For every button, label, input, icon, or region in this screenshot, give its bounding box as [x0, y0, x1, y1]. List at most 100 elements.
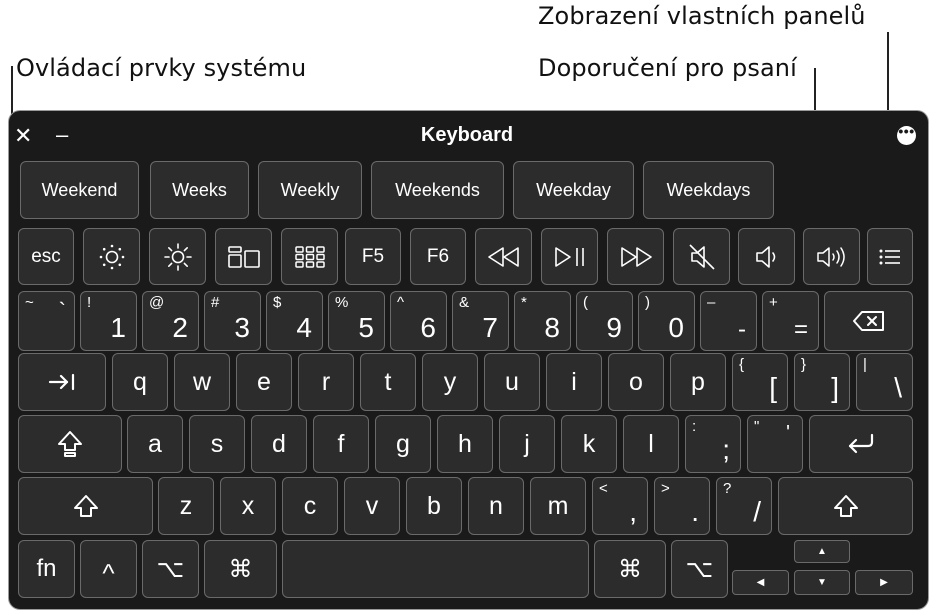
left-shift-key[interactable] [18, 477, 153, 535]
key-x-label: x [241, 491, 255, 520]
key-5-shift: % [335, 294, 349, 311]
key-period[interactable]: >. [654, 477, 710, 535]
return-key[interactable] [809, 415, 913, 473]
key-s-label: s [210, 429, 224, 458]
key-i[interactable]: i [546, 353, 602, 411]
key-quote[interactable]: " ' [747, 415, 803, 473]
suggestion-weekdays[interactable]: Weekdays [643, 161, 774, 219]
key-7-shift: & [459, 294, 470, 311]
key-3[interactable]: #3 [204, 291, 261, 351]
key-comma[interactable]: <, [592, 477, 648, 535]
key-m[interactable]: m [530, 477, 586, 535]
arrow-up-key[interactable]: ▲ [794, 540, 850, 563]
f5-key[interactable]: F5 [345, 228, 401, 285]
key-8[interactable]: * 8 [514, 291, 571, 351]
key-b[interactable]: b [406, 477, 462, 535]
key-x[interactable]: x [220, 477, 276, 535]
key-slash[interactable]: ? / [716, 477, 772, 535]
key-5-label: 5 [358, 312, 374, 343]
left-option-key[interactable]: ⌥ [142, 540, 199, 598]
key-v-label: v [365, 491, 379, 520]
key-backslash[interactable]: | \ [856, 353, 913, 411]
suggestion-weekday[interactable]: Weekday [513, 161, 634, 219]
volume-down-key[interactable] [738, 228, 795, 285]
key-w[interactable]: w [174, 353, 230, 411]
suggestion-weeks[interactable]: Weeks [150, 161, 249, 219]
key-6[interactable]: ^ 6 [390, 291, 447, 351]
key-0[interactable]: ) 0 [638, 291, 695, 351]
key-w-label: w [192, 367, 212, 396]
custom-panels-key[interactable] [867, 228, 913, 285]
mute-key[interactable] [673, 228, 730, 285]
key-6-label: 6 [420, 312, 436, 343]
key-bracket-right[interactable]: }] [794, 353, 850, 411]
right-option-key[interactable]: ⌥ [671, 540, 728, 598]
tab-key[interactable] [18, 353, 106, 411]
key-semicolon[interactable]: :; [685, 415, 741, 473]
key-4[interactable]: $4 [266, 291, 323, 351]
key-o[interactable]: o [608, 353, 664, 411]
key-a[interactable]: a [127, 415, 183, 473]
play-pause-key[interactable] [541, 228, 598, 285]
suggestion-weekly[interactable]: Weekly [258, 161, 362, 219]
delete-key[interactable] [824, 291, 913, 351]
key-7[interactable]: & 7 [452, 291, 509, 351]
key-p[interactable]: p [670, 353, 726, 411]
arrow-down-key[interactable]: ▼ [794, 570, 850, 595]
key-q[interactable]: q [112, 353, 168, 411]
esc-key[interactable]: esc [18, 228, 74, 285]
key-equals-label: = [793, 316, 808, 343]
key-comma-label: , [629, 496, 637, 527]
key-r[interactable]: r [298, 353, 354, 411]
key-t[interactable]: t [360, 353, 416, 411]
key-n[interactable]: n [468, 477, 524, 535]
key-bracket-left[interactable]: {[ [732, 353, 788, 411]
volume-up-key[interactable] [803, 228, 860, 285]
key-k[interactable]: k [561, 415, 617, 473]
key-equals[interactable]: + = [762, 291, 819, 351]
suggestion-weekend[interactable]: Weekend [20, 161, 139, 219]
space-bar[interactable] [282, 540, 589, 598]
key-l[interactable]: l [623, 415, 679, 473]
fn-key[interactable]: fn [18, 540, 75, 598]
key-z[interactable]: z [158, 477, 214, 535]
key-5[interactable]: % 5 [328, 291, 385, 351]
key-minus[interactable]: – - [700, 291, 757, 351]
more-options-icon[interactable]: ••• [897, 124, 916, 145]
right-shift-key[interactable] [778, 477, 913, 535]
fast-forward-key[interactable] [607, 228, 664, 285]
caps-lock-key[interactable] [18, 415, 122, 473]
key-g[interactable]: g [375, 415, 431, 473]
callout-system-controls: Ovládací prvky systému [16, 54, 307, 82]
key-9-shift: ( [583, 294, 588, 311]
launchpad-key[interactable] [281, 228, 338, 285]
key-y[interactable]: y [422, 353, 478, 411]
key-v[interactable]: v [344, 477, 400, 535]
key-j[interactable]: j [499, 415, 555, 473]
right-command-key[interactable]: ⌘ [594, 540, 666, 598]
suggestion-weekends[interactable]: Weekends [371, 161, 504, 219]
key-c[interactable]: c [282, 477, 338, 535]
control-key[interactable]: ^ [80, 540, 137, 598]
arrow-right-key[interactable]: ▶ [855, 570, 913, 595]
key-backtick[interactable]: ~ ` [18, 291, 75, 351]
key-1[interactable]: ! 1 [80, 291, 137, 351]
key-f[interactable]: f [313, 415, 369, 473]
key-9[interactable]: (9 [576, 291, 633, 351]
key-3-shift: # [211, 294, 220, 311]
mission-control-key[interactable] [215, 228, 272, 285]
brightness-down-key[interactable] [83, 228, 140, 285]
left-command-key[interactable]: ⌘ [204, 540, 277, 598]
key-d[interactable]: d [251, 415, 307, 473]
key-bracket-left-shift: { [739, 356, 745, 373]
f6-key[interactable]: F6 [410, 228, 466, 285]
key-s[interactable]: s [189, 415, 245, 473]
key-h[interactable]: h [437, 415, 493, 473]
key-e[interactable]: e [236, 353, 292, 411]
rewind-key[interactable] [475, 228, 532, 285]
brightness-up-key[interactable] [149, 228, 206, 285]
callout-custom-panels: Zobrazení vlastních panelů [538, 2, 866, 30]
arrow-left-key[interactable]: ◀ [732, 570, 789, 595]
key-2[interactable]: @2 [142, 291, 199, 351]
key-u[interactable]: u [484, 353, 540, 411]
